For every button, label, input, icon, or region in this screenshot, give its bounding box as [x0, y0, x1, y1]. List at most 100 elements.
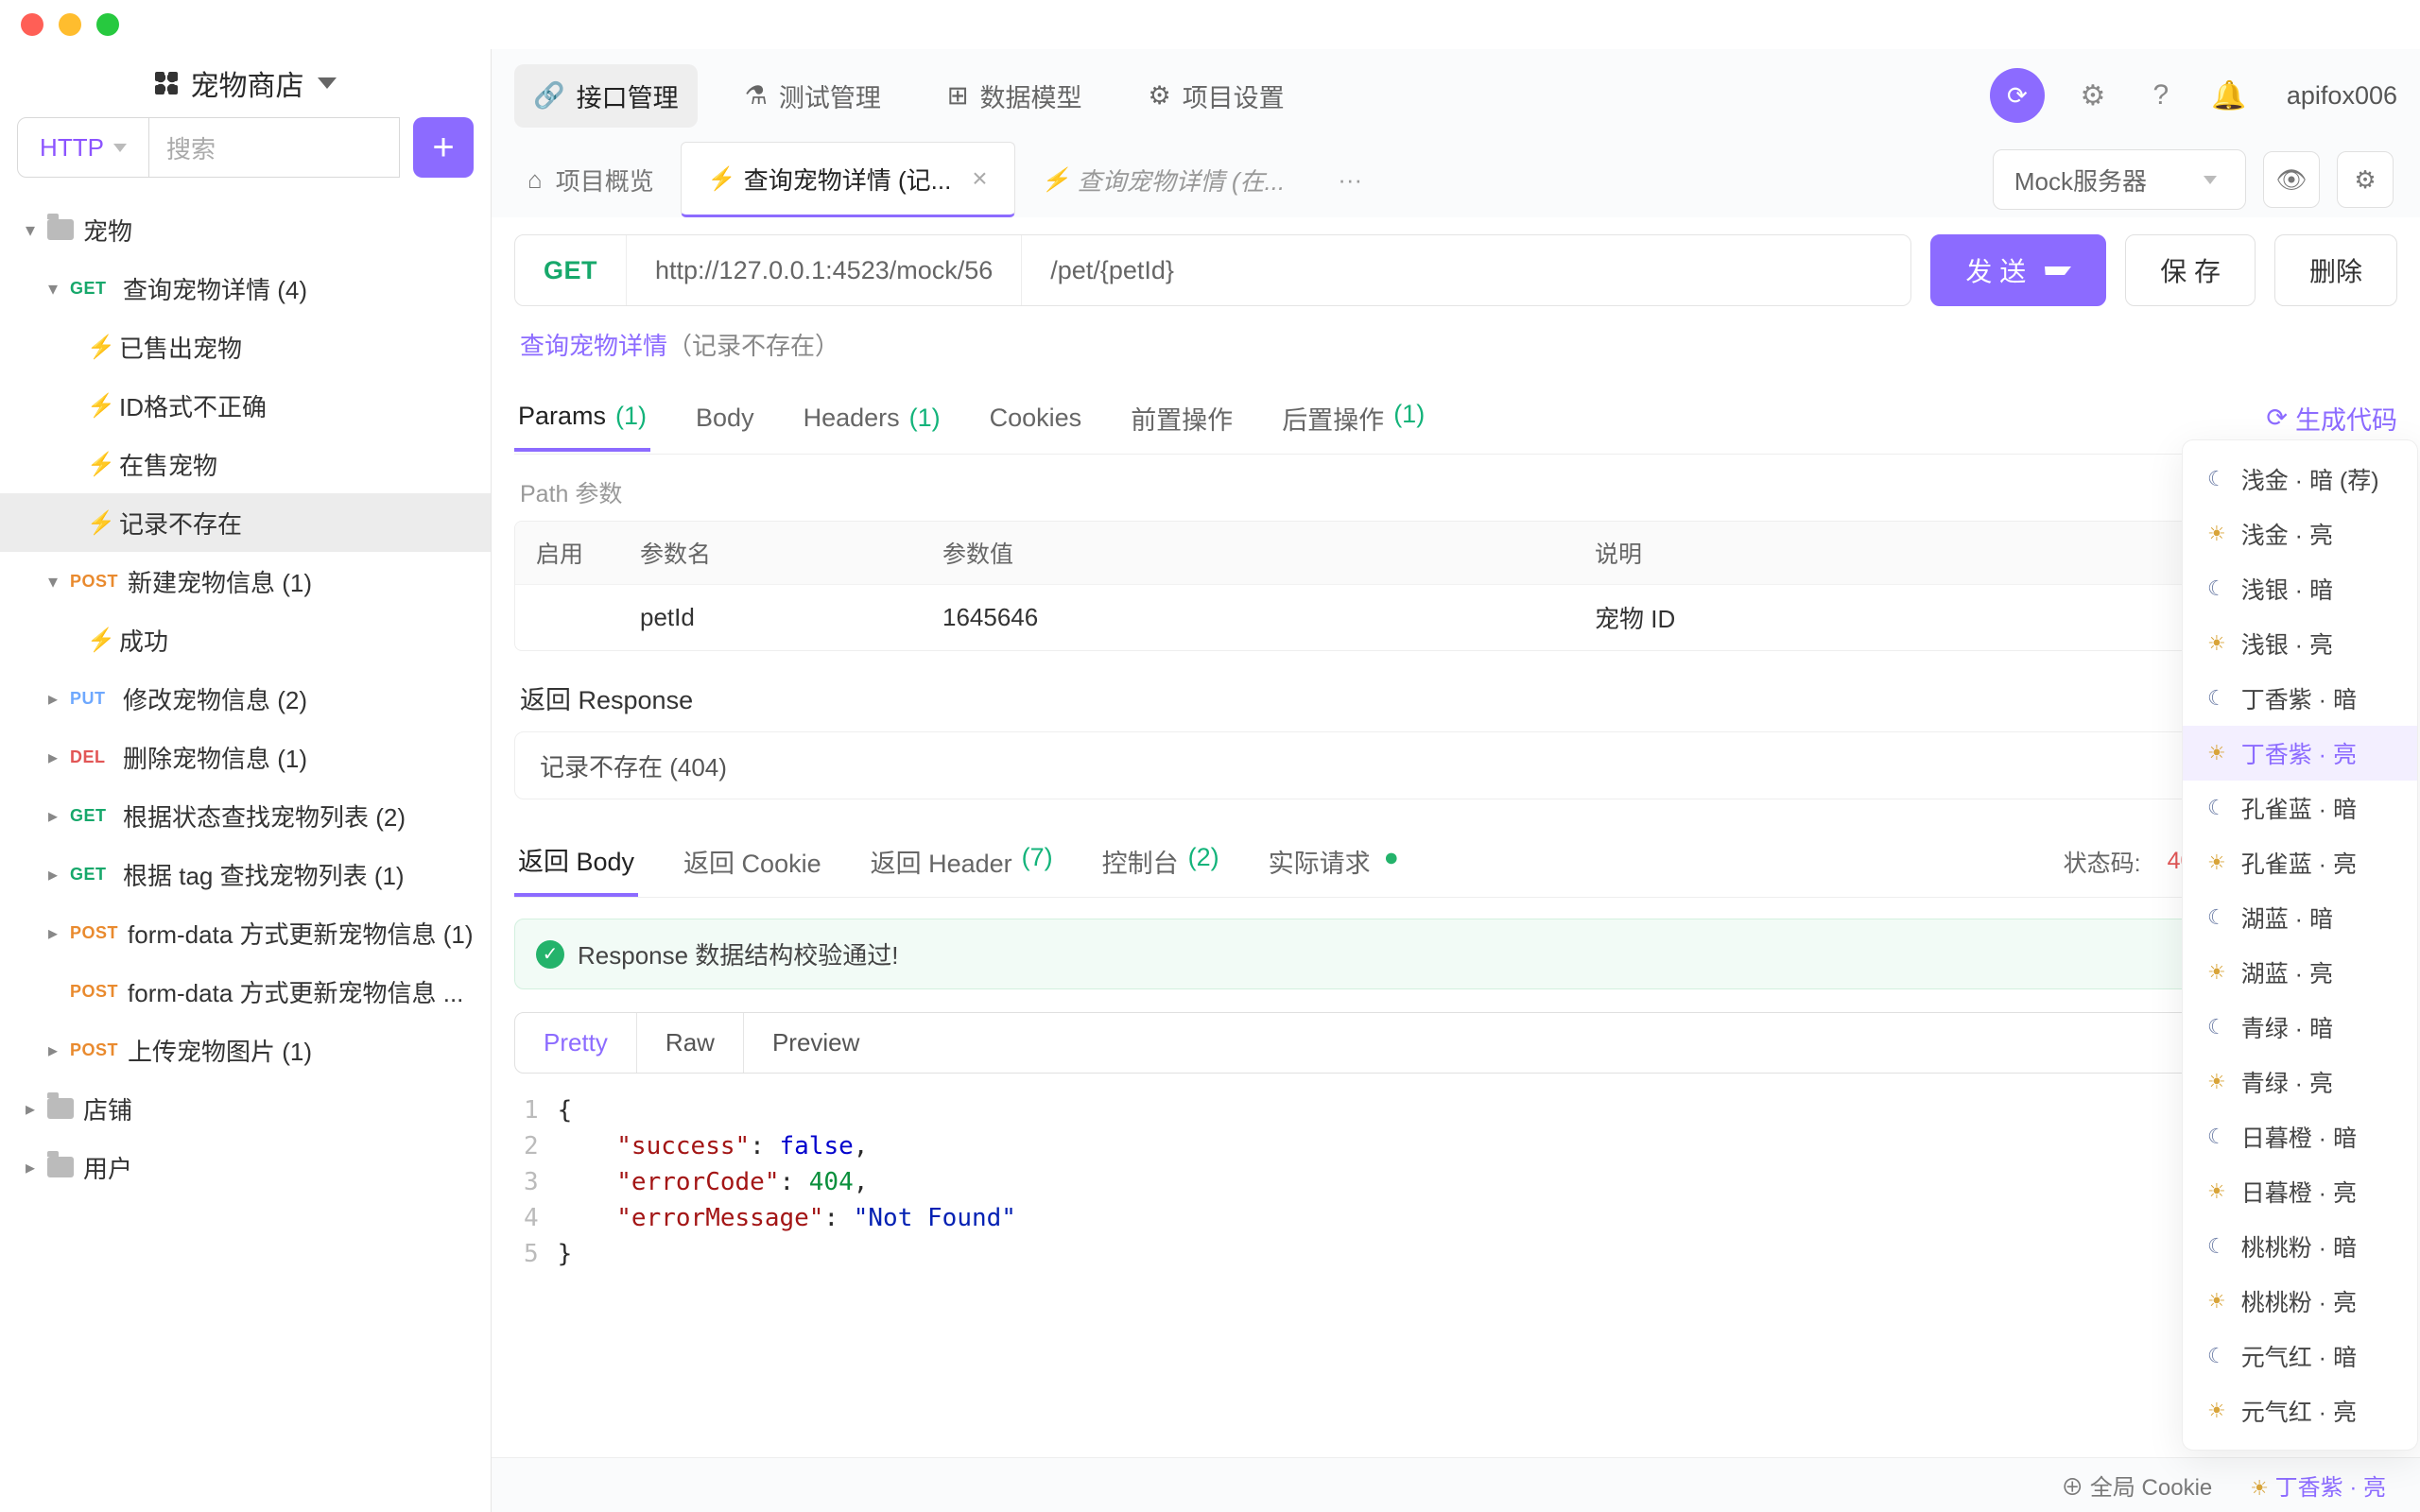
- view-pretty[interactable]: Pretty: [515, 1013, 636, 1073]
- chevron-down-icon: [318, 77, 337, 89]
- theme-option[interactable]: ☀日暮橙 · 亮: [2183, 1164, 2417, 1219]
- theme-option[interactable]: ☀孔雀蓝 · 亮: [2183, 835, 2417, 890]
- close-icon[interactable]: ×: [972, 163, 987, 194]
- theme-indicator[interactable]: ☀ 丁香紫 · 亮: [2250, 1469, 2386, 1502]
- close-window[interactable]: [21, 13, 43, 36]
- theme-option[interactable]: ☀浅银 · 亮: [2183, 616, 2417, 671]
- subtab-headers[interactable]: Headers(1): [800, 387, 944, 450]
- moon-icon: ☾: [2207, 686, 2226, 711]
- project-selector[interactable]: 宠物商店: [0, 49, 491, 117]
- send-button[interactable]: 发 送: [1930, 234, 2106, 306]
- theme-option[interactable]: ☾孔雀蓝 · 暗: [2183, 781, 2417, 835]
- resp-tab-actual[interactable]: 实际请求●: [1265, 828, 1403, 895]
- tab-active[interactable]: ⚡查询宠物详情 (记...×: [681, 142, 1015, 217]
- user-label[interactable]: apifox006: [2287, 81, 2397, 111]
- document-tabs: ⌂项目概览 ⚡查询宠物详情 (记...× ⚡查询宠物详情 (在... ··· M…: [492, 142, 2420, 217]
- nav-api[interactable]: 🔗接口管理: [514, 64, 698, 128]
- search-input[interactable]: 搜索: [149, 117, 400, 178]
- save-button[interactable]: 保 存: [2125, 234, 2256, 306]
- theme-option[interactable]: ☾浅金 · 暗 (荐): [2183, 452, 2417, 507]
- response-body[interactable]: 12345 { "success": false, "errorCode": 4…: [514, 1087, 2397, 1278]
- chevron-down-icon: [2204, 176, 2217, 184]
- tree-api[interactable]: ▸POSTform-data 方式更新宠物信息 (1): [0, 903, 491, 962]
- base-url[interactable]: http://127.0.0.1:4523/mock/56: [626, 235, 1021, 305]
- tree-api[interactable]: ▸POSTform-data 方式更新宠物信息 ...: [0, 962, 491, 1021]
- theme-option[interactable]: ☀丁香紫 · 亮: [2183, 726, 2417, 781]
- tab-more[interactable]: ···: [1311, 142, 1389, 217]
- add-button[interactable]: +: [413, 117, 474, 178]
- tree-api[interactable]: ▸DEL删除宠物信息 (1): [0, 728, 491, 786]
- tree-case[interactable]: ⚡成功: [0, 610, 491, 669]
- tree-case[interactable]: ⚡已售出宠物: [0, 318, 491, 376]
- resp-tab-body[interactable]: 返回 Body: [514, 826, 638, 897]
- subtab-cookies[interactable]: Cookies: [986, 387, 1086, 450]
- params-table: 启用 参数名 参数值 说明 petId 1645646 宠物 ID: [514, 521, 2397, 651]
- sync-button[interactable]: ⟳: [1990, 68, 2045, 123]
- view-preview[interactable]: Preview: [743, 1013, 888, 1073]
- subtab-params[interactable]: Params(1): [514, 385, 650, 452]
- theme-option[interactable]: ☀浅金 · 亮: [2183, 507, 2417, 561]
- theme-option[interactable]: ☾湖蓝 · 暗: [2183, 890, 2417, 945]
- tree-api[interactable]: ▾GET查询宠物详情 (4): [0, 259, 491, 318]
- chevron-down-icon[interactable]: [2045, 266, 2071, 275]
- theme-option[interactable]: ☀元气红 · 亮: [2183, 1383, 2417, 1438]
- settings-icon-button[interactable]: ⚙: [2073, 76, 2113, 115]
- resp-tab-header[interactable]: 返回 Header(7): [867, 828, 1057, 895]
- tree-api[interactable]: ▸GET根据 tag 查找宠物列表 (1): [0, 845, 491, 903]
- help-icon-button[interactable]: ?: [2141, 76, 2181, 115]
- globe-icon: ⊕: [2061, 1475, 2083, 1501]
- tab-preview[interactable]: ⚡查询宠物详情 (在...: [1015, 142, 1312, 217]
- response-status-select[interactable]: 记录不存在 (404): [514, 731, 2397, 799]
- sun-icon: ☀: [2207, 1179, 2226, 1204]
- nav-model[interactable]: ⊞数据模型: [928, 64, 1101, 128]
- zoom-window[interactable]: [96, 13, 119, 36]
- tree-folder-root[interactable]: ▾宠物: [0, 200, 491, 259]
- resp-tab-cookie[interactable]: 返回 Cookie: [680, 828, 825, 895]
- tab-settings-button[interactable]: ⚙: [2337, 151, 2394, 208]
- method-select[interactable]: GET: [515, 235, 626, 305]
- subtab-pre[interactable]: 前置操作: [1127, 383, 1236, 454]
- theme-option[interactable]: ☀桃桃粉 · 亮: [2183, 1274, 2417, 1329]
- delete-button[interactable]: 删除: [2274, 234, 2397, 306]
- tree-api[interactable]: ▾POST新建宠物信息 (1): [0, 552, 491, 610]
- theme-option[interactable]: ☀湖蓝 · 亮: [2183, 945, 2417, 1000]
- theme-option[interactable]: ☾元气红 · 暗: [2183, 1329, 2417, 1383]
- global-cookie-link[interactable]: ⊕ 全局 Cookie: [2061, 1469, 2212, 1502]
- tree-api[interactable]: ▸PUT修改宠物信息 (2): [0, 669, 491, 728]
- minimize-window[interactable]: [59, 13, 81, 36]
- subtab-body[interactable]: Body: [692, 387, 758, 450]
- path-input[interactable]: /pet/{petId}: [1021, 235, 1202, 305]
- theme-option[interactable]: ☀青绿 · 亮: [2183, 1055, 2417, 1109]
- subtab-post[interactable]: 后置操作(1): [1278, 383, 1428, 454]
- col-enable: 启用: [515, 536, 619, 570]
- tree-case[interactable]: ⚡在售宠物: [0, 435, 491, 493]
- bolt-icon: ⚡: [708, 165, 731, 193]
- param-value[interactable]: 1645646: [922, 603, 1574, 632]
- nav-settings[interactable]: ⚙项目设置: [1129, 64, 1303, 128]
- theme-option[interactable]: ☾丁香紫 · 暗: [2183, 671, 2417, 726]
- theme-option[interactable]: ☾青绿 · 暗: [2183, 1000, 2417, 1055]
- sun-icon: ☀: [2207, 1289, 2226, 1314]
- tree-case[interactable]: ⚡ID格式不正确: [0, 376, 491, 435]
- generate-code-link[interactable]: ⟳生成代码: [2266, 400, 2397, 437]
- tree-api[interactable]: ▸GET根据状态查找宠物列表 (2): [0, 786, 491, 845]
- protocol-select[interactable]: HTTP: [17, 117, 149, 178]
- view-toggle-button[interactable]: 👁: [2263, 151, 2320, 208]
- tab-overview[interactable]: ⌂项目概览: [501, 142, 681, 217]
- model-icon: ⊞: [947, 81, 969, 111]
- nav-test[interactable]: ⚗测试管理: [726, 64, 900, 128]
- environment-select[interactable]: Mock服务器: [1993, 149, 2246, 210]
- grid-icon: [155, 72, 178, 94]
- theme-option[interactable]: ☾浅银 · 暗: [2183, 561, 2417, 616]
- theme-option[interactable]: ☾桃桃粉 · 暗: [2183, 1219, 2417, 1274]
- param-name[interactable]: petId: [619, 603, 922, 632]
- tree-api[interactable]: ▸POST上传宠物图片 (1): [0, 1021, 491, 1079]
- tree-folder[interactable]: ▸用户: [0, 1138, 491, 1196]
- home-icon: ⌂: [527, 165, 543, 195]
- theme-option[interactable]: ☾日暮橙 · 暗: [2183, 1109, 2417, 1164]
- tree-case-selected[interactable]: ⚡记录不存在: [0, 493, 491, 552]
- tree-folder[interactable]: ▸店铺: [0, 1079, 491, 1138]
- view-raw[interactable]: Raw: [636, 1013, 743, 1073]
- bell-icon-button[interactable]: 🔔: [2209, 76, 2249, 115]
- resp-tab-console[interactable]: 控制台(2): [1098, 828, 1223, 895]
